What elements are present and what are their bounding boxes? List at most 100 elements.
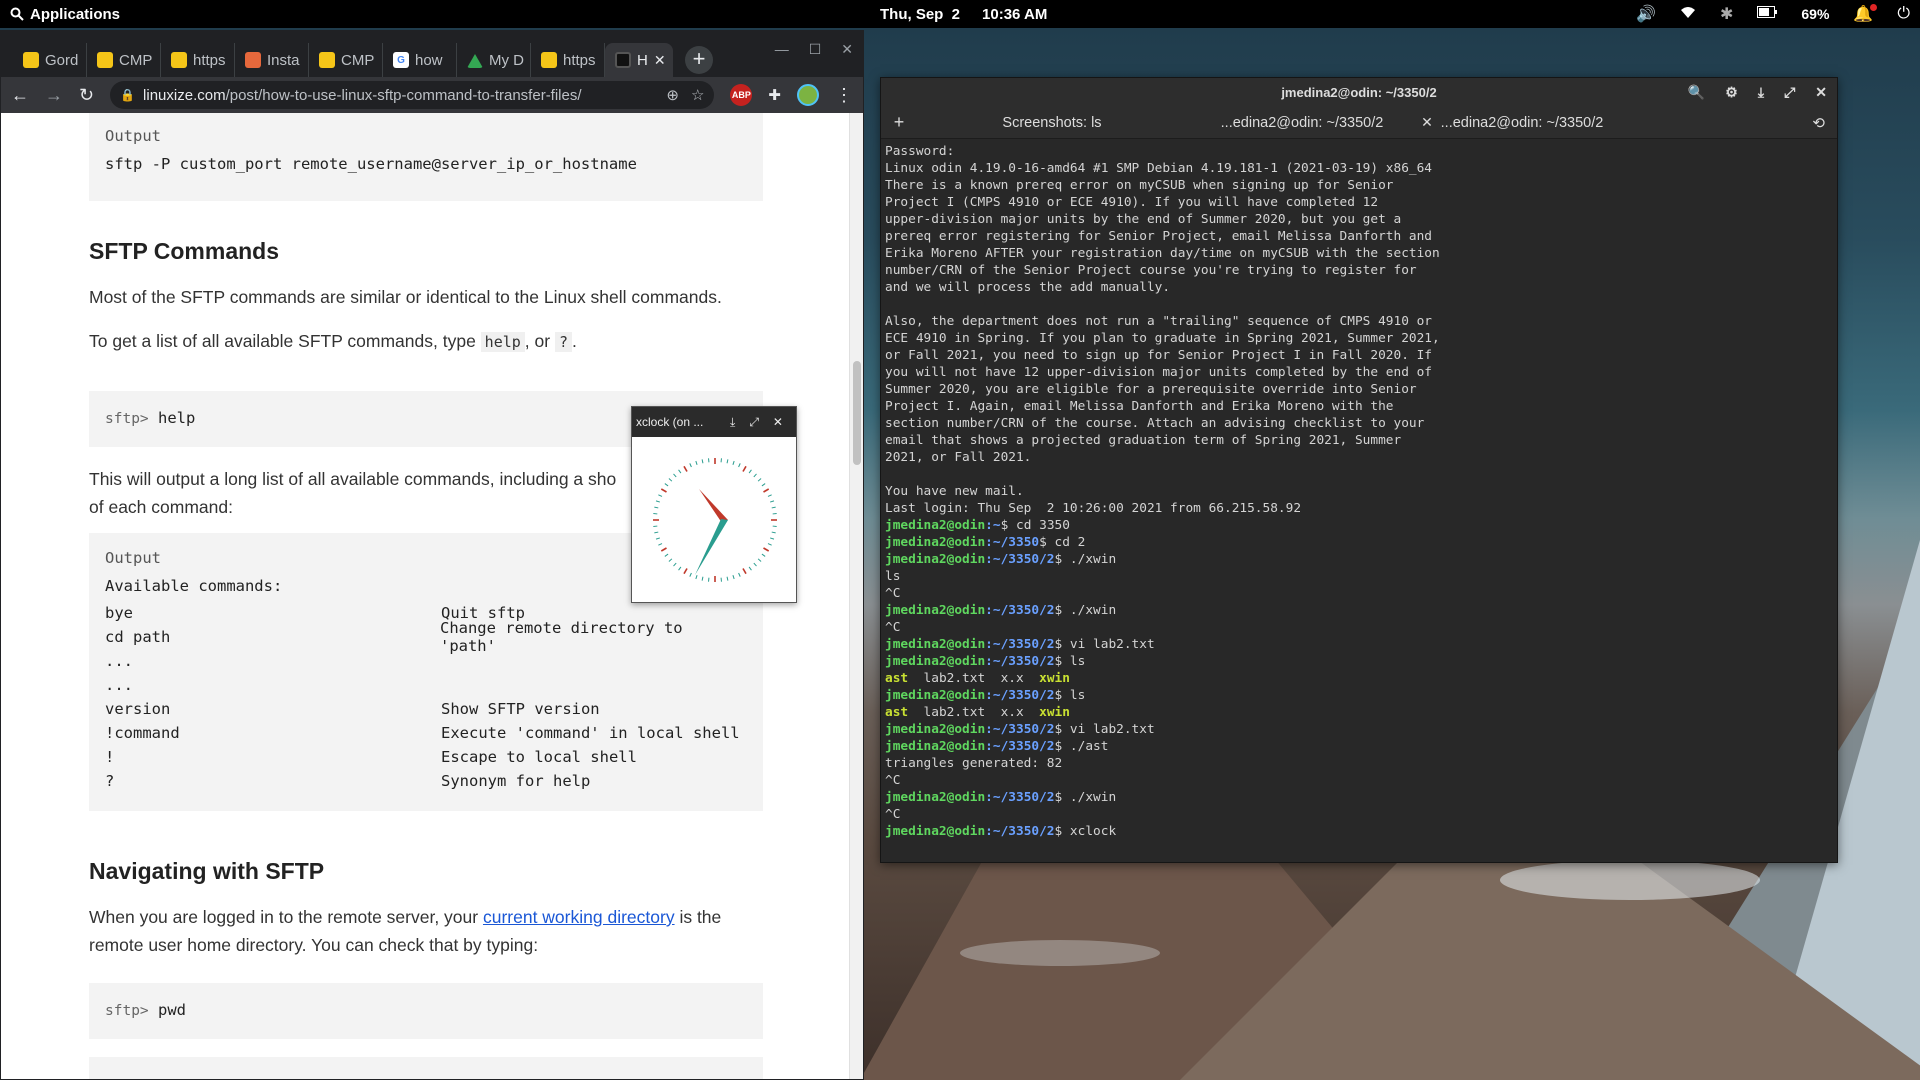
notifications-icon[interactable]: 🔔 [1853,4,1878,24]
volume-icon[interactable]: 🔊 [1636,4,1656,24]
terminal-tab[interactable]: ...edina2@odin: ~/3350/2 [1187,115,1417,131]
ls-entry: xwin [1039,671,1070,686]
add-tab-icon[interactable]: + [881,112,917,133]
bookmark-star-icon[interactable]: ☆ [691,86,704,104]
command-description: Execute 'command' in local shell [441,724,740,742]
clock-tick [655,537,660,540]
wifi-icon[interactable] [1680,5,1696,24]
url-host: linuxize.com [143,86,226,104]
clock-tick [660,547,667,552]
terminal-line: 2021, or Fall 2021. [885,450,1032,465]
maximize-icon[interactable]: ⤢ [1784,84,1795,101]
close-tab-icon[interactable]: ✕ [654,52,666,69]
terminal-line: jmedina2@odin:~/3350/2$ vi lab2.txt [885,721,1833,738]
terminal-line: ^C [885,807,901,822]
browser-tab-active[interactable]: H ✕ [605,43,673,77]
back-icon[interactable]: ← [11,85,29,106]
applications-menu-button[interactable]: Applications [0,6,120,23]
terminal-output[interactable]: Password: Linux odin 4.19.0-16-amd64 #1 S… [885,143,1833,858]
browser-tab[interactable]: Gord [13,43,87,77]
browser-tab[interactable]: https [161,43,235,77]
prompt-path: :~/3350/2 [985,790,1055,805]
battery-icon[interactable] [1757,5,1778,23]
power-icon[interactable]: ⏻ [1897,5,1910,23]
terminal-line: and we will process the add manually. [885,280,1171,295]
bluetooth-off-icon[interactable]: ✱ [1720,4,1733,24]
close-icon[interactable]: ✕ [773,415,783,429]
terminal-tab-active[interactable]: ...edina2@odin: ~/3350/2 [1437,115,1607,131]
menu-kebab-icon[interactable]: ⋮ [835,85,853,106]
terminal-line: jmedina2@odin:~/3350/2$ ls [885,653,1833,670]
search-icon[interactable]: 🔍 [1688,84,1705,101]
paragraph: Most of the SFTP commands are similar or… [89,287,722,307]
terminal-line: There is a known prereq error on myCSUB … [885,178,1394,193]
current-working-directory-link[interactable]: current working directory [483,907,675,927]
minimize-icon[interactable]: ⤓ [730,415,735,430]
clock-tick [732,460,735,465]
terminal-line: prereq error registering for Senior Proj… [885,229,1433,244]
command-row: ... [105,673,747,697]
scrollbar-thumb[interactable] [853,361,861,465]
terminal-line: ^C [885,586,901,601]
command-row: ? Synonym for help [105,769,747,793]
command-name: ! [105,748,115,766]
minimize-icon[interactable]: — [775,41,789,58]
output-code-block: Output sftp -P custom_port remote_userna… [89,113,763,201]
clock-tick [678,469,682,474]
terminal-line: section number/CRN of the course. Attach… [885,416,1425,431]
terminal-line: upper-division major units by the end of… [885,212,1402,227]
terminal-headerbar[interactable]: jmedina2@odin: ~/3350/2 🔍 ⚙ ⤓ ⤢ ✕ [881,78,1837,107]
prompt-command: $ vi lab2.txt [1054,722,1155,737]
extensions-puzzle-icon[interactable]: ✚ [768,86,781,104]
panel-time: 10:36 AM [982,5,1048,23]
browser-tab[interactable]: Insta [235,43,309,77]
close-tab-icon[interactable]: ✕ [1417,114,1437,131]
terminal-line: jmedina2@odin:~/3350/2$ ls [885,687,1833,704]
paragraph: When you are logged in to the remote ser… [89,907,722,955]
clock-tick [742,568,747,575]
clock-tick [664,553,669,557]
terminal-line: jmedina2@odin:~/3350/2$ ./xwin [885,789,1833,806]
clock-tick [726,459,729,464]
close-icon[interactable]: ✕ [1815,84,1827,101]
prompt-command: $ xclock [1054,824,1117,839]
xclock-titlebar[interactable]: xclock (on ... ⤓ ⤢ ✕ [632,407,796,437]
install-icon[interactable]: ⊕ [666,86,679,104]
terminal-line: triangles generated: 82 [885,756,1063,771]
forward-icon[interactable]: → [45,85,63,106]
reload-icon[interactable]: ↻ [79,85,94,106]
browser-tab[interactable]: Ghow [383,43,457,77]
close-icon[interactable]: ✕ [841,41,853,58]
clock-tick [761,553,766,557]
history-icon[interactable]: ⟲ [1812,114,1825,132]
gear-icon[interactable]: ⚙ [1725,84,1738,101]
clock-tick [695,460,698,465]
browser-tab[interactable]: My D [457,43,531,77]
prompt-user: jmedina2@odin [885,824,986,839]
panel-clock[interactable]: Thu, Sep 2 10:36 AM [880,0,1047,28]
page-scrollbar[interactable] [849,113,863,1079]
prompt-command: $ ./xwin [1054,790,1117,805]
minimize-icon[interactable]: ⤓ [1758,84,1764,101]
profile-avatar[interactable] [797,84,819,106]
prompt-command: $ ls [1054,654,1086,669]
terminal-window: jmedina2@odin: ~/3350/2 🔍 ⚙ ⤓ ⤢ ✕ + Scre… [880,77,1838,863]
adblock-extension-icon[interactable]: ABP [730,84,753,106]
prompt-path: :~/3350/2 [985,603,1055,618]
terminal-tab[interactable]: Screenshots: ls [917,115,1187,131]
terminal-line: jmedina2@odin:~/3350/2$ ./ast [885,738,1833,755]
browser-tab[interactable]: CMP [87,43,161,77]
browser-tab[interactable]: https [531,43,605,77]
maximize-icon[interactable]: ⤢ [749,415,759,430]
address-bar[interactable]: 🔒 linuxize.com/post/how-to-use-linux-sft… [110,81,715,109]
window-controls: — ☐ ✕ [775,41,853,58]
tab-strip: Gord CMP https Insta CMP Ghow My D https… [1,31,863,77]
csub-icon [319,52,335,68]
new-tab-button[interactable]: + [685,46,713,74]
csub-icon [97,52,113,68]
browser-tab[interactable]: CMP [309,43,383,77]
clock-tick [753,562,757,567]
maximize-icon[interactable]: ☐ [809,41,822,58]
applications-label: Applications [30,5,121,23]
